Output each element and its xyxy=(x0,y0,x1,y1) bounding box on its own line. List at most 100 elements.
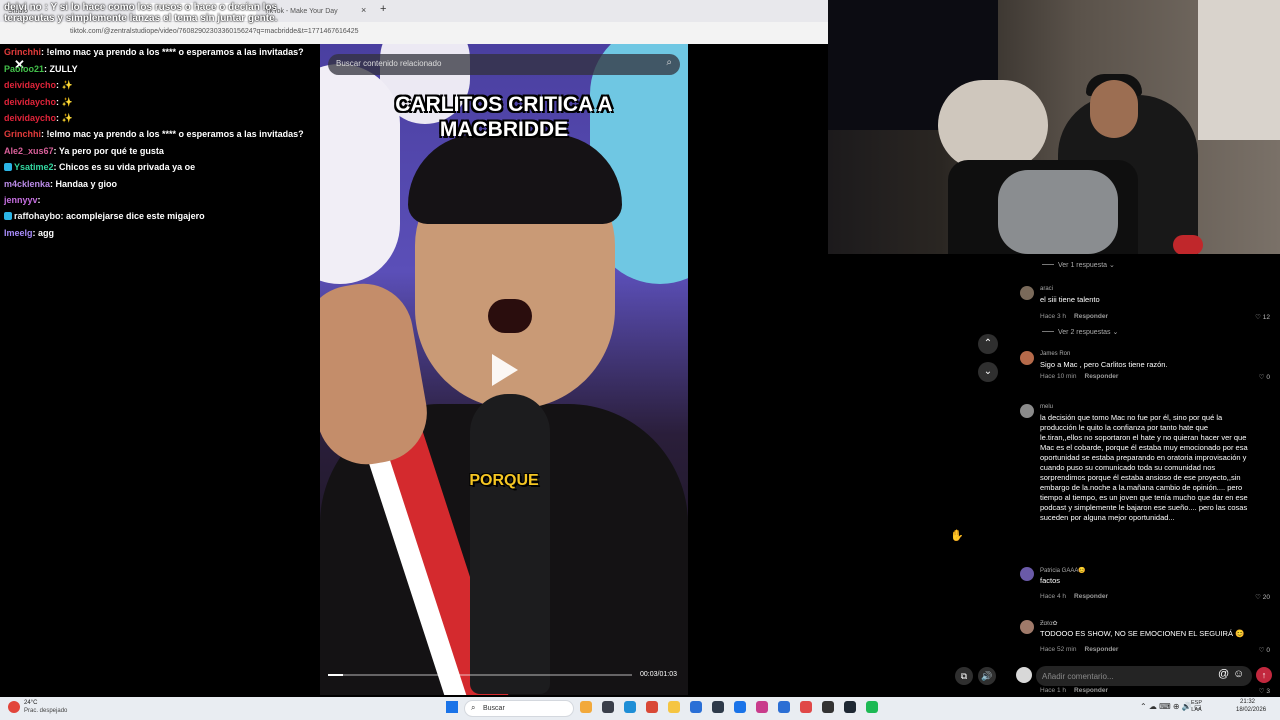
subscriber-badge-icon xyxy=(4,163,12,172)
reply-button[interactable]: Responder xyxy=(1074,593,1108,600)
reply-button[interactable]: Responder xyxy=(1085,646,1119,653)
chat-username[interactable]: raffohaybo xyxy=(14,211,61,221)
screen: Studio TikTok - Make Your Day × + tiktok… xyxy=(0,0,1280,720)
comment-avatar[interactable] xyxy=(1020,286,1034,300)
comment-time: Hace 52 min xyxy=(1040,646,1077,653)
comment-username[interactable]: Patricia GAAA😊 xyxy=(1040,567,1086,574)
language-indicator[interactable]: ESP LAA xyxy=(1191,700,1202,714)
comment-avatar[interactable] xyxy=(1020,567,1034,581)
comment-time: Hace 10 min xyxy=(1040,373,1077,380)
reply-button[interactable]: Responder xyxy=(1085,373,1119,380)
comment-meta: Hace 52 min Responder xyxy=(1040,646,1118,653)
taskbar-app-icon[interactable] xyxy=(866,701,878,713)
view-replies-button[interactable]: Ver 2 respuestas ⌄ xyxy=(1042,328,1118,336)
address-bar[interactable]: tiktok.com/@zentralstudiope/video/760829… xyxy=(70,26,810,39)
windows-start-icon[interactable] xyxy=(446,701,458,713)
taskbar-app-icon[interactable] xyxy=(778,701,790,713)
mention-icon[interactable]: @ xyxy=(1218,668,1229,680)
comment-text: TODOOO ES SHOW, NO SE EMOCIONEN EL SEGUI… xyxy=(1040,629,1245,638)
chat-message: Grinchhi: !elmo mac ya prendo a los ****… xyxy=(4,128,304,140)
chat-text: : Ya pero por qué te gusta xyxy=(53,145,164,156)
reply-button[interactable]: Responder xyxy=(1074,313,1108,320)
comment-avatar[interactable] xyxy=(1020,620,1034,634)
like-button[interactable]: ♡ 20 xyxy=(1255,593,1270,601)
chat-username[interactable]: m4cklenka xyxy=(4,179,50,189)
chat-username[interactable]: Ysatime2 xyxy=(14,162,54,172)
chat-username[interactable]: deividaycho xyxy=(4,80,56,90)
like-count: 20 xyxy=(1262,594,1270,601)
chat-username[interactable]: Paoloo21 xyxy=(4,64,44,74)
weather-condition: Prac. despejado xyxy=(24,708,68,714)
like-count: 12 xyxy=(1262,314,1270,321)
video-person-mouth xyxy=(488,299,532,333)
taskbar-search-label: Buscar xyxy=(483,705,505,712)
taskbar-app-icon[interactable] xyxy=(800,701,812,713)
chat-text: : xyxy=(37,195,41,205)
like-button[interactable]: ♡ 0 xyxy=(1259,373,1270,381)
comment-item: Patricia GAAA😊 factos Hace 4 h Responder ♡ 2… xyxy=(1008,567,1280,605)
comment-meta: Hace 10 min Responder xyxy=(1040,373,1118,380)
volume-button[interactable]: 🔊 xyxy=(978,667,996,685)
taskbar-app-icon[interactable] xyxy=(822,701,834,713)
chat-message: Ale2_xus67: Ya pero por qué te gusta xyxy=(4,145,164,157)
taskbar-app-icon[interactable] xyxy=(602,701,614,713)
language-code: ESP xyxy=(1191,700,1203,706)
video-progress-bar[interactable] xyxy=(328,674,632,676)
search-icon[interactable]: ⌕ xyxy=(666,57,672,68)
taskbar-app-icon[interactable] xyxy=(668,701,680,713)
comment-avatar[interactable] xyxy=(1020,351,1034,365)
like-button[interactable]: ♡ 12 xyxy=(1255,313,1270,321)
comment-username[interactable]: Ƶαℓα✿ xyxy=(1040,620,1058,627)
comment-avatar[interactable] xyxy=(1020,404,1034,418)
previous-video-button[interactable]: ⌃ xyxy=(978,334,998,354)
chat-username[interactable]: Grinchhi xyxy=(4,47,41,57)
chat-username[interactable]: Grinchhi xyxy=(4,129,41,139)
chat-username[interactable]: Ale2_xus67 xyxy=(4,146,54,156)
comment-username[interactable]: melu xyxy=(1040,404,1053,410)
send-comment-button[interactable]: ↑ xyxy=(1256,667,1272,683)
chat-username[interactable]: deividaycho xyxy=(4,113,56,123)
taskbar-app-icon[interactable] xyxy=(624,701,636,713)
emoji-icon[interactable]: ☺ xyxy=(1233,668,1244,680)
chat-text: : !elmo mac ya prendo a los **** o esper… xyxy=(41,129,304,140)
taskbar-app-icon[interactable] xyxy=(756,701,768,713)
taskbar-app-icon[interactable] xyxy=(646,701,658,713)
chat-message: jennyyv: xyxy=(4,194,41,206)
taskbar-search[interactable]: ⌕ Buscar xyxy=(464,700,574,717)
weather-icon[interactable] xyxy=(8,701,20,713)
play-icon[interactable] xyxy=(492,354,518,386)
pip-button[interactable]: ⧉ xyxy=(955,667,973,685)
like-button[interactable]: ♡ 3 xyxy=(1259,687,1270,695)
related-search-bar[interactable]: Buscar contenido relacionado ⌕ xyxy=(328,54,680,75)
video-caption: PORQUE xyxy=(469,472,539,489)
chat-username[interactable]: deividaycho xyxy=(4,97,56,107)
view-replies-button[interactable]: Ver 1 respuesta ⌄ xyxy=(1042,261,1115,269)
comment-username[interactable]: araci xyxy=(1040,286,1053,292)
tab-close-icon[interactable]: × xyxy=(361,5,366,15)
user-avatar xyxy=(1016,667,1032,683)
chat-message: raffohaybo: acomplejarse dice este migaj… xyxy=(4,210,205,222)
next-video-button[interactable]: ⌄ xyxy=(978,362,998,382)
chat-username[interactable]: jennyyv xyxy=(4,195,38,205)
video-title-overlay: CARLITOS CRITICA A MACBRIDDE xyxy=(395,93,613,141)
chat-text: : ✨ xyxy=(56,113,73,123)
taskbar-app-icon[interactable] xyxy=(712,701,724,713)
new-tab-button[interactable]: + xyxy=(380,3,386,15)
comment-meta: Hace 4 h Responder xyxy=(1040,593,1108,600)
taskbar-app-icon[interactable] xyxy=(844,701,856,713)
comment-text: el siii tiene talento xyxy=(1040,295,1100,304)
comment-meta: Hace 3 h Responder xyxy=(1040,313,1108,320)
chat-username[interactable]: Paoloo21 xyxy=(4,31,44,41)
weather-temperature: 24°C xyxy=(24,700,38,706)
comment-item: James Ron Sigo a Mac , pero Carlitos tien… xyxy=(1008,351,1280,385)
taskbar-app-icon[interactable] xyxy=(690,701,702,713)
search-icon: ⌕ xyxy=(471,703,476,712)
taskbar-app-icon[interactable] xyxy=(580,701,592,713)
comment-username[interactable]: James Ron xyxy=(1040,351,1070,357)
like-button[interactable]: ♡ 0 xyxy=(1259,646,1270,654)
taskbar-app-icon[interactable] xyxy=(734,701,746,713)
video-player[interactable]: Buscar contenido relacionado ⌕ CARLITOS … xyxy=(320,44,688,695)
clock-date: 18/02/2026 xyxy=(1236,707,1267,713)
reply-button[interactable]: Responder xyxy=(1074,687,1108,694)
chat-username[interactable]: Imeelg xyxy=(4,228,33,238)
